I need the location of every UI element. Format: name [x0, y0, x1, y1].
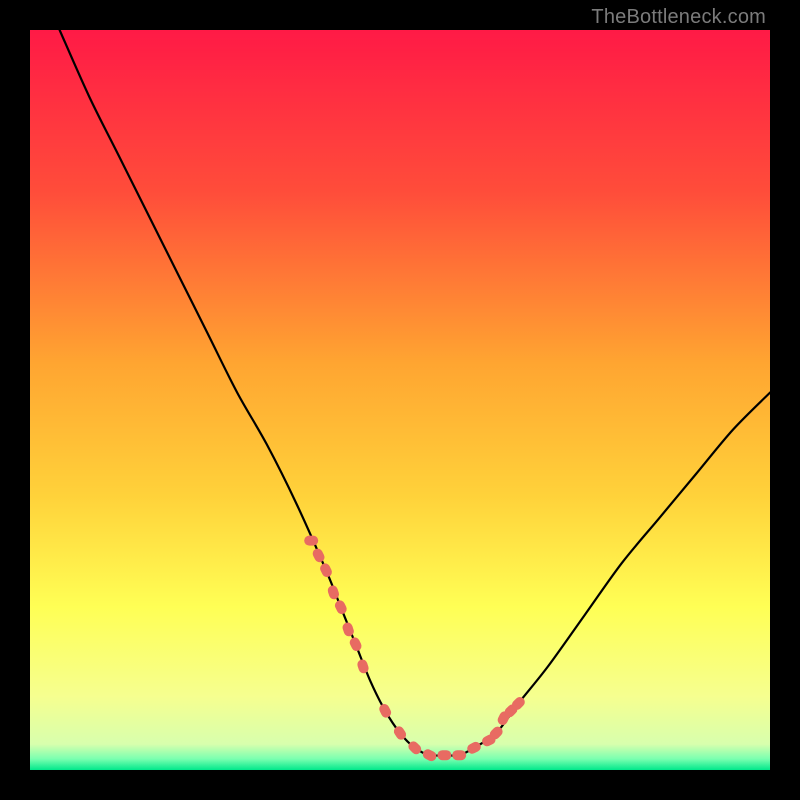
highlight-dot [304, 536, 318, 546]
highlight-dot [437, 750, 451, 760]
chart-frame [30, 30, 770, 770]
gradient-background [30, 30, 770, 770]
highlight-dot [452, 750, 466, 760]
chart-svg [30, 30, 770, 770]
watermark-text: TheBottleneck.com [591, 6, 766, 29]
